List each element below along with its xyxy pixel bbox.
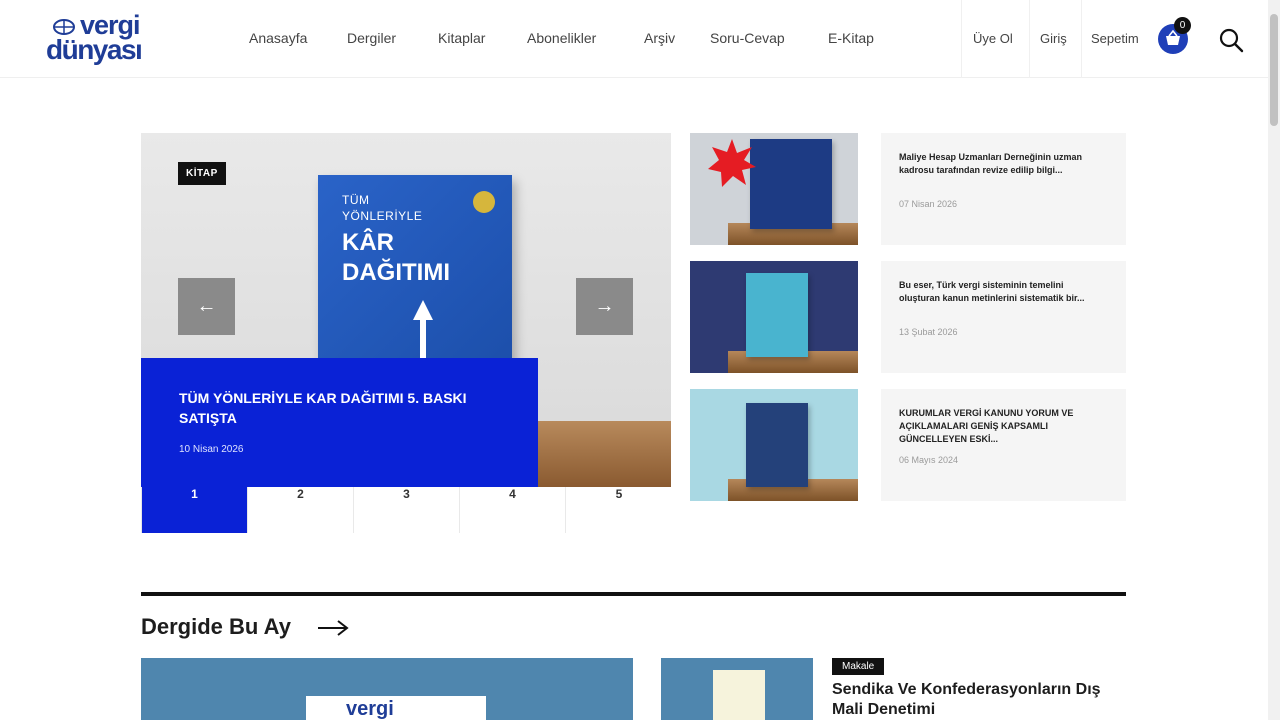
news-card-2[interactable]: Bu eser, Türk vergi sisteminin temelini … [881, 261, 1126, 373]
search-icon[interactable] [1218, 27, 1244, 53]
news-card-title[interactable]: Maliye Hesap Uzmanları Derneğinin uzman … [899, 151, 1099, 177]
magazine-feature-image[interactable]: vergi [141, 658, 633, 720]
article-title[interactable]: Sendika Ve Konfederasyonların Dış Mali D… [832, 680, 1132, 720]
hero-caption[interactable]: TÜM YÖNLERİYLE KAR DAĞITIMI 5. BASKI SAT… [141, 358, 538, 487]
arrow-right-icon[interactable] [316, 618, 350, 638]
card-image-2[interactable] [690, 261, 858, 373]
book-cover-line4: DAĞITIMI [342, 259, 450, 286]
cart-count-badge: 0 [1174, 17, 1191, 34]
shelf-image [538, 421, 671, 487]
slider-page-4[interactable]: 4 [460, 487, 566, 533]
section-title[interactable]: Dergide Bu Ay [141, 614, 291, 640]
logo-text-bottom: dünyası [46, 34, 143, 65]
nav-item-e-kitap[interactable]: E-Kitap [828, 30, 874, 46]
nav-item-kitaplar[interactable]: Kitaplar [438, 30, 485, 46]
news-card-date: 06 Mayıs 2024 [899, 455, 959, 465]
news-card-date: 07 Nisan 2026 [899, 199, 958, 209]
magazine-brand: vergi [346, 698, 394, 720]
scrollbar-thumb[interactable] [1270, 14, 1278, 126]
card-image-1[interactable] [690, 133, 858, 245]
news-card-title[interactable]: KURUMLAR VERGİ KANUNU YORUM VE AÇIKLAMAL… [899, 407, 1099, 446]
slider-page-2[interactable]: 2 [248, 487, 354, 533]
magazine-cover: vergi [306, 696, 486, 720]
news-card-title[interactable]: Bu eser, Türk vergi sisteminin temelini … [899, 279, 1099, 305]
section-divider [141, 592, 1126, 596]
magazine-thumbnail [713, 670, 765, 720]
site-header: vergi dünyası Anasayfa Dergiler Kitaplar… [0, 0, 1268, 78]
hero-date: 10 Nisan 2026 [179, 444, 244, 455]
book-cover-line2: YÖNLERİYLE [342, 209, 423, 223]
slider-prev-button[interactable]: ← [178, 278, 235, 335]
book-thumbnail [746, 273, 808, 357]
cart-link[interactable]: Sepetim [1091, 31, 1139, 46]
news-card-3[interactable]: KURUMLAR VERGİ KANUNU YORUM VE AÇIKLAMAL… [881, 389, 1126, 501]
book-seal-icon [473, 191, 495, 213]
slider-page-5[interactable]: 5 [566, 487, 672, 533]
register-link[interactable]: Üye Ol [973, 31, 1013, 46]
slider-pagination: 1 2 3 4 5 [141, 487, 672, 533]
register-cell: Üye Ol [961, 0, 1029, 78]
nav-item-abonelikler[interactable]: Abonelikler [527, 30, 596, 46]
page-scrollbar[interactable] [1268, 0, 1280, 720]
news-card-1[interactable]: Maliye Hesap Uzmanları Derneğinin uzman … [881, 133, 1126, 245]
card-image-3[interactable] [690, 389, 858, 501]
site-logo[interactable]: vergi dünyası [46, 10, 146, 65]
nav-item-arsiv[interactable]: Arşiv [644, 30, 675, 46]
article-thumbnail[interactable] [661, 658, 813, 720]
login-cell: Giriş [1029, 0, 1081, 78]
nav-item-dergiler[interactable]: Dergiler [347, 30, 396, 46]
article-category-badge: Makale [832, 658, 885, 675]
login-link[interactable]: Giriş [1040, 31, 1067, 46]
book-thumbnail [750, 139, 832, 229]
hero-title[interactable]: TÜM YÖNLERİYLE KAR DAĞITIMI 5. BASKI SAT… [179, 388, 519, 428]
slider-page-1[interactable]: 1 [142, 487, 248, 533]
starburst-badge-icon [708, 139, 756, 187]
nav-item-soru-cevap[interactable]: Soru-Cevap [710, 30, 785, 46]
nav-item-anasayfa[interactable]: Anasayfa [249, 30, 307, 46]
news-card-date: 13 Şubat 2026 [899, 327, 958, 337]
slider-next-button[interactable]: → [576, 278, 633, 335]
hero-slider[interactable]: KİTAP TÜM YÖNLERİYLE KÂR DAĞITIMI ← → TÜ… [141, 133, 671, 487]
book-cover-line1: TÜM [342, 193, 370, 207]
book-cover-line3: KÂR [342, 229, 394, 256]
hero-category-tag: KİTAP [178, 162, 226, 185]
slider-page-3[interactable]: 3 [354, 487, 460, 533]
book-thumbnail [746, 403, 808, 487]
